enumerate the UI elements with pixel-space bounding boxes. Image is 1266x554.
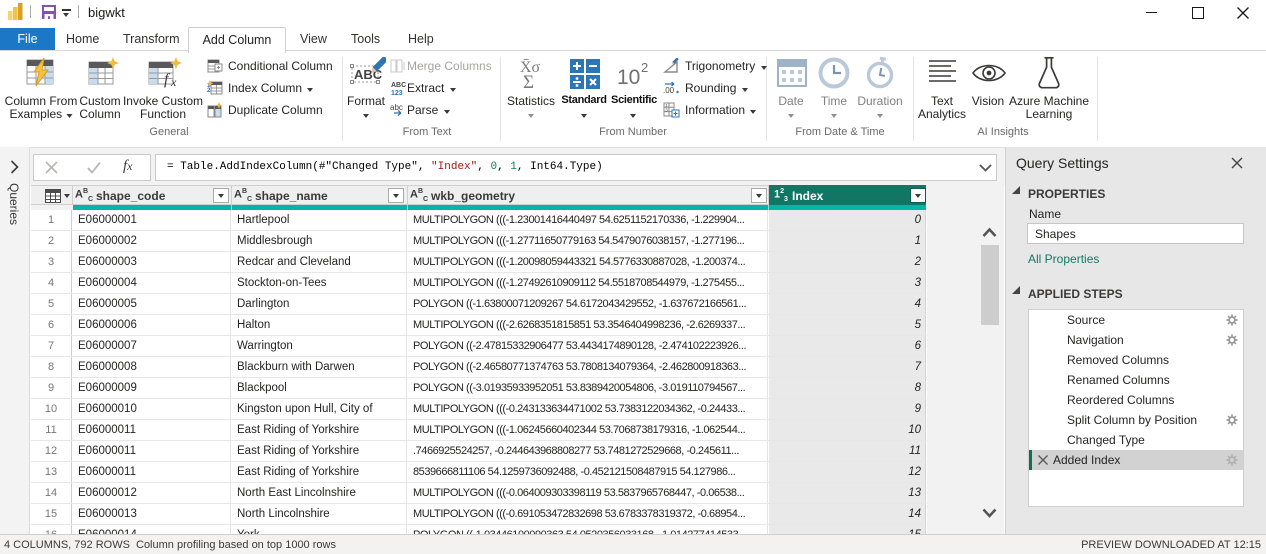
svg-text:2: 2 — [641, 60, 648, 75]
svg-text:x: x — [170, 75, 177, 89]
svg-text:10: 10 — [617, 66, 640, 89]
svg-text:2: 2 — [207, 88, 211, 94]
svg-text:Σ: Σ — [523, 72, 534, 91]
svg-text:abc: abc — [390, 103, 403, 112]
svg-text:ABC: ABC — [391, 82, 406, 89]
svg-text:123: 123 — [391, 90, 403, 96]
svg-text:.00: .00 — [663, 86, 675, 95]
